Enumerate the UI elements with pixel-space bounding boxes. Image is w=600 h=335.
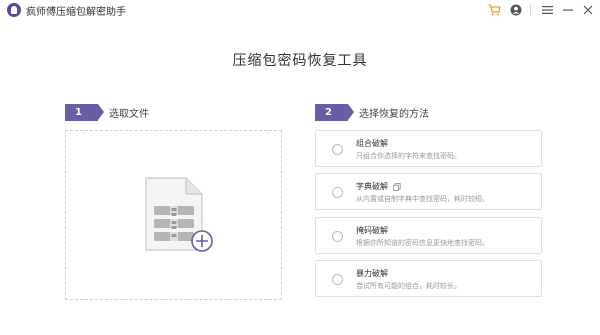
method-radio[interactable]: [332, 231, 343, 242]
user-icon[interactable]: [508, 2, 524, 18]
step-2-badge: 2: [315, 103, 354, 121]
app-logo-icon: [7, 3, 21, 17]
add-archive-file-icon[interactable]: [144, 176, 216, 254]
titlebar-separator: [530, 4, 531, 16]
method-name: 掩码破解: [356, 226, 388, 235]
method-option-dictionary[interactable]: 字典破解 从内置或自制字典中查找密码，耗时较短。: [315, 173, 542, 210]
method-radio[interactable]: [332, 274, 343, 285]
file-drop-zone[interactable]: [65, 130, 282, 300]
minimize-icon[interactable]: [560, 2, 576, 18]
page-title: 压缩包密码恢复工具: [232, 53, 368, 69]
step-2-header: 2 选择恢复的方法: [315, 103, 429, 121]
method-description: 只组合你选择的字符来查找密码。: [356, 152, 461, 160]
step-2-label: 选择恢复的方法: [359, 108, 429, 120]
dictionary-file-icon[interactable]: [393, 182, 401, 191]
method-radio[interactable]: [332, 187, 343, 198]
title-bar: 疯师傅压缩包解密助手: [0, 0, 600, 20]
method-option-brute-force[interactable]: 暴力破解 尝试所有可能的组合，耗时较长。: [315, 260, 542, 297]
method-name: 暴力破解: [356, 269, 388, 278]
method-name: 字典破解: [356, 182, 388, 191]
app-title: 疯师傅压缩包解密助手: [26, 7, 126, 18]
step-1-label: 选取文件: [109, 108, 149, 120]
cart-icon[interactable]: [486, 2, 502, 18]
close-icon[interactable]: [580, 2, 596, 18]
method-description: 尝试所有可能的组合，耗时较长。: [356, 282, 461, 290]
method-name: 组合破解: [356, 139, 388, 148]
method-name-row: 字典破解: [356, 181, 401, 192]
menu-icon[interactable]: [539, 2, 555, 18]
method-option-combination[interactable]: 组合破解 只组合你选择的字符来查找密码。: [315, 130, 542, 167]
step-1-header: 1 选取文件: [65, 103, 149, 121]
method-description: 根据你所知道的密码信息更快地查找密码。: [356, 239, 489, 247]
method-description: 从内置或自制字典中查找密码，耗时较短。: [356, 195, 489, 203]
method-radio[interactable]: [332, 144, 343, 155]
method-option-mask[interactable]: 掩码破解 根据你所知道的密码信息更快地查找密码。: [315, 217, 542, 254]
step-1-badge: 1: [65, 103, 104, 121]
